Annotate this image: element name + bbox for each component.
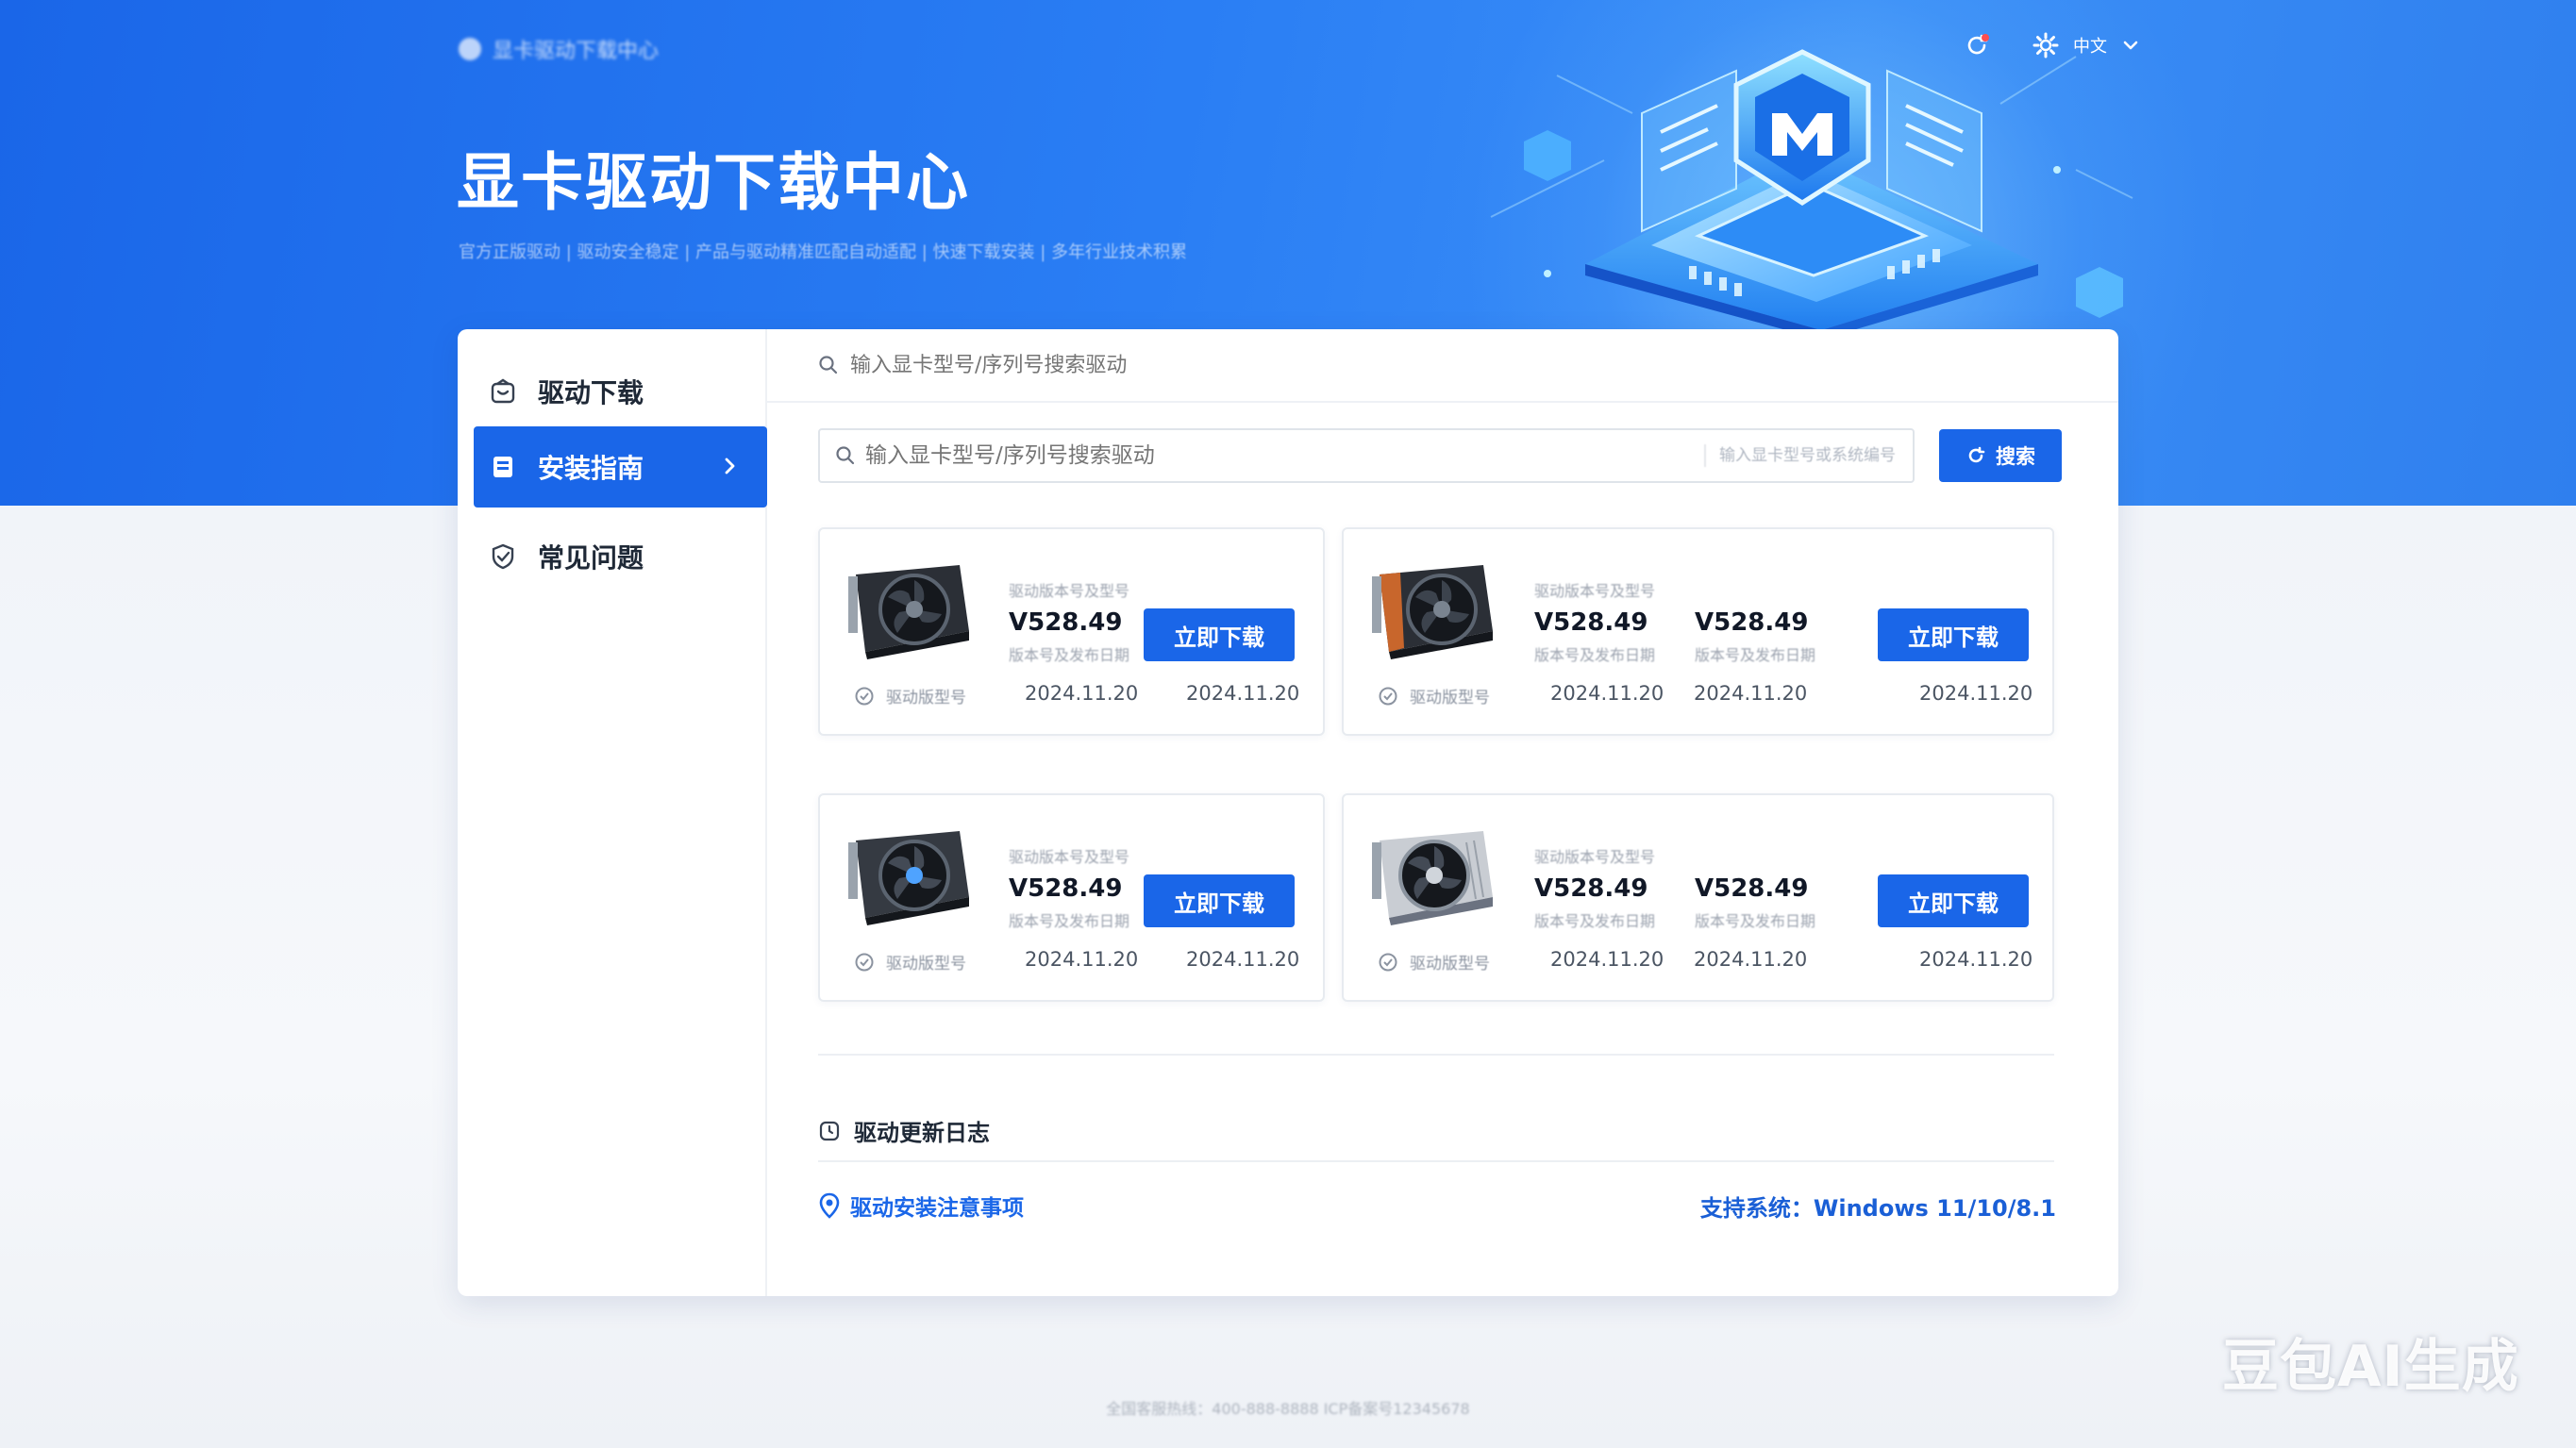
card-footer-label: 驱动版型号	[1410, 955, 1490, 974]
release-date: 2024.11.20	[1550, 682, 1664, 705]
sidebar-item-label: 常见问题	[538, 542, 644, 574]
content-area: 输入显卡型号或系统编号 搜索 驱动版本号及型号 V528.49	[767, 329, 2118, 1296]
sidebar: 驱动下载 安装指南 常见问题	[458, 329, 767, 1296]
refresh-icon	[1968, 446, 1985, 463]
card-label: 版本号及发布日期	[1009, 912, 1130, 930]
card-label: 版本号及发布日期	[1009, 646, 1130, 664]
card-footer: 驱动版型号	[854, 684, 966, 707]
sidebar-item-faq[interactable]: 常见问题	[474, 516, 767, 597]
shield-check-icon	[492, 543, 514, 570]
download-button[interactable]: 立即下载	[1144, 874, 1295, 927]
top-search-bar	[767, 329, 2118, 403]
search-input[interactable]	[865, 443, 1658, 468]
ai-watermark: 豆包AI生成	[2222, 1334, 2519, 1400]
release-date: 2024.11.20	[1186, 682, 1300, 705]
release-date: 2024.11.20	[1919, 682, 2033, 705]
page-footer: 全国客服热线：400-888-8888 ICP备案号12345678	[1106, 1400, 1470, 1418]
section-divider	[818, 1054, 2054, 1056]
brand-logo[interactable]: 显卡驱动下载中心	[459, 32, 659, 66]
sidebar-item-label: 驱动下载	[538, 377, 644, 408]
graphics-card-icon	[848, 831, 969, 925]
release-date: 2024.11.20	[1694, 682, 1808, 705]
driver-version: V528.49	[1695, 608, 1809, 637]
driver-card: 驱动版本号及型号 V528.49 版本号及发布日期 立即下载 驱动版型号 202…	[818, 793, 1325, 1002]
install-notes-link[interactable]: 驱动安装注意事项	[818, 1190, 1024, 1222]
graphics-card-icon	[1372, 565, 1493, 659]
release-date: 2024.11.20	[1919, 948, 2033, 971]
release-date: 2024.11.20	[1186, 948, 1300, 971]
sidebar-item-label: 安装指南	[538, 453, 644, 484]
clock-check-icon	[855, 953, 874, 971]
driver-version: V528.49	[1009, 874, 1123, 903]
card-label: 驱动版本号及型号	[1534, 848, 1656, 866]
card-label: 驱动版本号及型号	[1534, 582, 1656, 600]
card-label: 驱动版本号及型号	[1009, 848, 1130, 866]
section-divider	[818, 1160, 2054, 1162]
book-icon	[493, 457, 512, 477]
driver-card: 驱动版本号及型号 V528.49 版本号及发布日期 V528.49 版本号及发布…	[1342, 527, 2054, 736]
driver-version: V528.49	[1534, 608, 1648, 637]
release-date: 2024.11.20	[1694, 948, 1808, 971]
graphics-card-icon	[848, 565, 969, 659]
card-footer: 驱动版型号	[854, 950, 966, 974]
main-panel: 驱动下载 安装指南 常见问题 输入显卡型号/序列号搜索驱动 输入显卡型号/序列号…	[458, 329, 2118, 1296]
box-icon	[491, 378, 515, 404]
release-date: 2024.11.20	[1025, 948, 1139, 971]
hero-subtitle: 官方正版驱动 | 驱动安全稳定 | 产品与驱动精准匹配自动适配 | 快速下载安装…	[459, 242, 1188, 262]
clock-icon	[819, 1121, 840, 1140]
download-button[interactable]: 立即下载	[1878, 874, 2029, 927]
search-button-label: 搜索	[1996, 445, 2035, 468]
driver-card: 驱动版本号及型号 V528.49 版本号及发布日期 V528.49 版本号及发布…	[1342, 793, 2054, 1002]
search-box[interactable]: 输入显卡型号或系统编号	[818, 428, 1915, 483]
card-footer: 驱动版型号	[1378, 684, 1490, 707]
brand-name: 显卡驱动下载中心	[493, 40, 660, 63]
top-search-input[interactable]	[850, 353, 1605, 377]
card-footer-label: 驱动版型号	[1410, 689, 1490, 707]
card-label: 版本号及发布日期	[1695, 912, 1816, 930]
driver-card: 驱动版本号及型号 V528.49 版本号及发布日期 立即下载 驱动版型号 202…	[818, 527, 1325, 736]
download-button[interactable]: 立即下载	[1144, 608, 1295, 661]
driver-version: V528.49	[1534, 874, 1648, 903]
update-log-title[interactable]: 驱动更新日志	[818, 1114, 990, 1147]
install-notes-label: 驱动安装注意事项	[850, 1196, 1024, 1221]
graphics-card-icon	[1372, 831, 1493, 925]
card-label: 驱动版本号及型号	[1009, 582, 1130, 600]
card-label: 版本号及发布日期	[1534, 646, 1656, 664]
driver-version: V528.49	[1009, 608, 1123, 637]
release-date: 2024.11.20	[1025, 682, 1139, 705]
os-support-text: 支持系统：Windows 11/10/8.1	[1699, 1195, 2056, 1222]
location-pin-icon	[819, 1192, 840, 1219]
update-log-label: 驱动更新日志	[854, 1120, 990, 1146]
chip-shield-illustration	[1490, 49, 2133, 330]
card-label: 版本号及发布日期	[1534, 912, 1656, 930]
search-button[interactable]: 搜索	[1939, 429, 2062, 482]
chevron-right-icon	[725, 458, 735, 474]
clock-check-icon	[1379, 687, 1397, 705]
card-footer-label: 驱动版型号	[886, 955, 966, 974]
brand-icon	[459, 38, 481, 60]
card-label: 版本号及发布日期	[1695, 646, 1816, 664]
search-hint: 输入显卡型号或系统编号	[1704, 444, 1896, 467]
card-footer: 驱动版型号	[1378, 950, 1490, 974]
card-footer-label: 驱动版型号	[886, 689, 966, 707]
page-title: 显卡驱动下载中心	[457, 146, 970, 219]
clock-check-icon	[1379, 953, 1397, 971]
release-date: 2024.11.20	[1550, 948, 1664, 971]
clock-check-icon	[855, 687, 874, 705]
search-row: 输入显卡型号或系统编号 搜索	[818, 428, 2062, 483]
sidebar-item-driver-download[interactable]: 驱动下载	[474, 351, 767, 432]
search-icon	[836, 446, 855, 465]
download-button[interactable]: 立即下载	[1878, 608, 2029, 661]
search-icon	[819, 356, 838, 374]
driver-version: V528.49	[1695, 874, 1809, 903]
sidebar-item-install-guide[interactable]: 安装指南	[474, 426, 767, 508]
